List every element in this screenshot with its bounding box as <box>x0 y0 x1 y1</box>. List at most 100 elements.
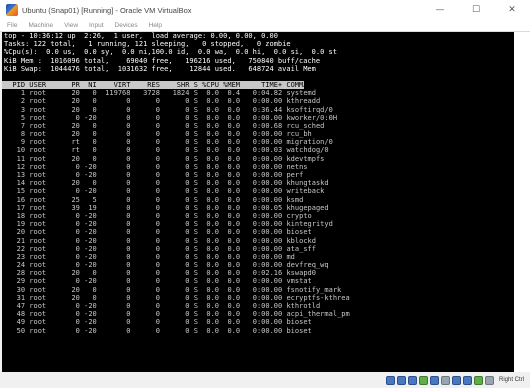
process-cpu: 0.0 <box>197 113 220 122</box>
process-row: 17 root 39 19 0 0 0 S 0.0 0.0 0:00.05 kh… <box>2 204 514 212</box>
process-s: S <box>189 121 198 130</box>
process-user: root <box>25 89 68 98</box>
process-command: bioset <box>282 318 354 327</box>
process-pid: 20 <box>4 228 26 237</box>
process-ni: -20 <box>79 211 97 220</box>
process-mem: 0.0 <box>219 326 241 335</box>
usb-icon[interactable] <box>429 375 439 385</box>
video-capture-icon[interactable] <box>462 375 472 385</box>
process-virt: 0 <box>96 244 131 253</box>
menu-input[interactable]: Input <box>89 22 103 29</box>
process-user: root <box>25 285 68 294</box>
process-res: 0 <box>130 318 160 327</box>
process-pr: 0 <box>67 113 80 122</box>
process-virt: 0 <box>96 220 131 229</box>
process-pid: 50 <box>4 326 26 335</box>
process-s: S <box>189 236 198 245</box>
process-virt: 0 <box>96 162 131 171</box>
process-res: 0 <box>130 187 160 196</box>
process-command: writeback <box>282 187 354 196</box>
process-shr: 0 <box>159 113 190 122</box>
process-s: S <box>189 310 198 319</box>
process-ni: -20 <box>79 318 97 327</box>
process-time: 0:00.00 <box>240 285 283 294</box>
menu-view[interactable]: View <box>64 22 78 29</box>
audio-icon[interactable] <box>407 375 417 385</box>
process-res: 0 <box>130 310 160 319</box>
process-command: kworker/0:0H <box>282 113 354 122</box>
process-pid: 19 <box>4 220 26 229</box>
process-time: 0:00.00 <box>240 228 283 237</box>
shared-folders-icon[interactable] <box>440 375 450 385</box>
process-ni: -20 <box>79 310 97 319</box>
menu-machine[interactable]: Machine <box>28 22 53 29</box>
process-shr: 0 <box>159 195 190 204</box>
menu-help[interactable]: Help <box>149 22 162 29</box>
process-virt: 0 <box>96 138 131 147</box>
process-pid: 3 <box>4 105 26 114</box>
process-pr: rt <box>67 146 80 155</box>
process-res: 0 <box>130 252 160 261</box>
process-table-header: PID USER PR NI VIRT RES SHR S %CPU %MEM … <box>2 80 316 90</box>
process-mem: 0.0 <box>219 310 241 319</box>
process-pid: 49 <box>4 318 26 327</box>
top-cpu-line: %Cpu(s): 0.0 us, 0.0 sy, 0.0 ni,100.0 id… <box>4 48 337 57</box>
process-s: S <box>189 326 198 335</box>
process-table: 1 root 20 0 119768 3728 1824 S 0.0 0.4 0… <box>2 89 514 335</box>
process-virt: 119768 <box>96 89 131 98</box>
process-pr: rt <box>67 138 80 147</box>
process-ni: 0 <box>79 130 97 139</box>
mouse-integration-icon[interactable] <box>473 375 483 385</box>
process-shr: 0 <box>159 285 190 294</box>
process-res: 0 <box>130 162 160 171</box>
display-icon[interactable] <box>451 375 461 385</box>
process-res: 0 <box>130 228 160 237</box>
network-icon[interactable] <box>418 375 428 385</box>
keyboard-icon[interactable] <box>484 375 494 385</box>
hard-disk-icon[interactable] <box>385 375 395 385</box>
process-time: 0:00.00 <box>240 171 283 179</box>
process-virt: 0 <box>96 302 131 310</box>
process-mem: 0.0 <box>219 171 241 179</box>
process-user: root <box>25 261 68 270</box>
process-res: 0 <box>130 171 160 179</box>
vm-console[interactable]: top - 10:36:12 up 2:26, 1 user, load ave… <box>2 32 514 372</box>
process-shr: 0 <box>159 105 190 114</box>
process-cpu: 0.0 <box>197 236 220 245</box>
process-pid: 47 <box>4 302 26 310</box>
process-time: 0:00.00 <box>240 187 283 196</box>
process-row: 28 root 20 0 0 0 0 S 0.0 0.0 0:02.16 ksw… <box>2 269 514 277</box>
process-pr: 0 <box>67 244 80 253</box>
menu-devices[interactable]: Devices <box>115 22 138 29</box>
title-bar[interactable]: Ubuntu (Snap01) [Running] - Oracle VM Vi… <box>0 0 530 20</box>
process-pid: 24 <box>4 261 26 270</box>
process-res: 0 <box>130 203 160 212</box>
process-virt: 0 <box>96 130 131 139</box>
process-cpu: 0.0 <box>197 162 220 171</box>
menu-file[interactable]: File <box>7 22 17 29</box>
process-pr: 25 <box>67 195 80 204</box>
process-s: S <box>189 162 198 171</box>
console-margin <box>514 32 530 372</box>
process-s: S <box>189 302 198 310</box>
host-key-label: Right Ctrl <box>498 377 524 383</box>
process-shr: 0 <box>159 130 190 139</box>
top-swap-line: KiB Swap: 1044476 total, 1031632 free, 1… <box>4 64 316 73</box>
process-time: 0:00.00 <box>240 162 283 171</box>
maximize-button[interactable]: ☐ <box>458 0 494 20</box>
process-pr: 0 <box>67 162 80 171</box>
process-s: S <box>189 187 198 196</box>
virtualbox-icon <box>6 4 18 16</box>
process-cpu: 0.0 <box>197 326 220 335</box>
process-row: 21 root 0 -20 0 0 0 S 0.0 0.0 0:00.00 kb… <box>2 237 514 245</box>
process-ni: -20 <box>79 228 97 237</box>
process-res: 0 <box>130 302 160 310</box>
process-virt: 0 <box>96 261 131 270</box>
process-shr: 0 <box>159 203 190 212</box>
optical-drive-icon[interactable] <box>396 375 406 385</box>
close-button[interactable]: ✕ <box>494 0 530 20</box>
process-cpu: 0.0 <box>197 302 220 310</box>
minimize-button[interactable]: — <box>422 0 458 20</box>
process-cpu: 0.0 <box>197 203 220 212</box>
process-row: 24 root 0 -20 0 0 0 S 0.0 0.0 0:00.00 de… <box>2 261 514 269</box>
